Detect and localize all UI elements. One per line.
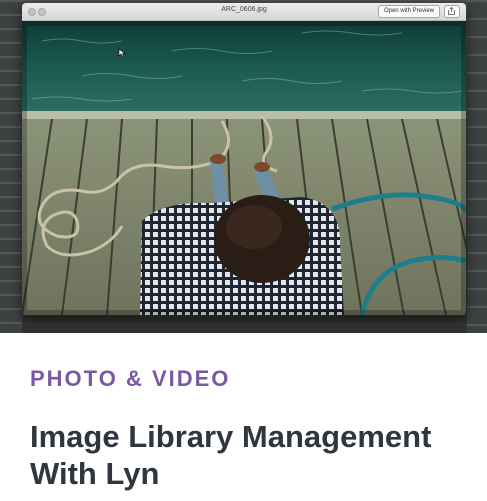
course-category[interactable]: PHOTO & VIDEO <box>30 366 230 392</box>
course-title[interactable]: Image Library Management With Lyn <box>30 418 470 492</box>
background-window-left <box>0 0 22 333</box>
share-button[interactable] <box>444 5 460 18</box>
course-thumbnail[interactable]: ARC_0606.jpg Open with Preview <box>0 0 487 333</box>
water <box>22 21 466 113</box>
mouse-cursor-icon <box>118 48 126 58</box>
share-icon <box>448 7 455 15</box>
window-titlebar: ARC_0606.jpg Open with Preview <box>22 3 466 21</box>
open-with-preview-button[interactable]: Open with Preview <box>377 5 440 18</box>
background-window-right <box>467 0 487 333</box>
photo-preview <box>22 21 466 315</box>
quick-look-window: ARC_0606.jpg Open with Preview <box>22 3 466 315</box>
